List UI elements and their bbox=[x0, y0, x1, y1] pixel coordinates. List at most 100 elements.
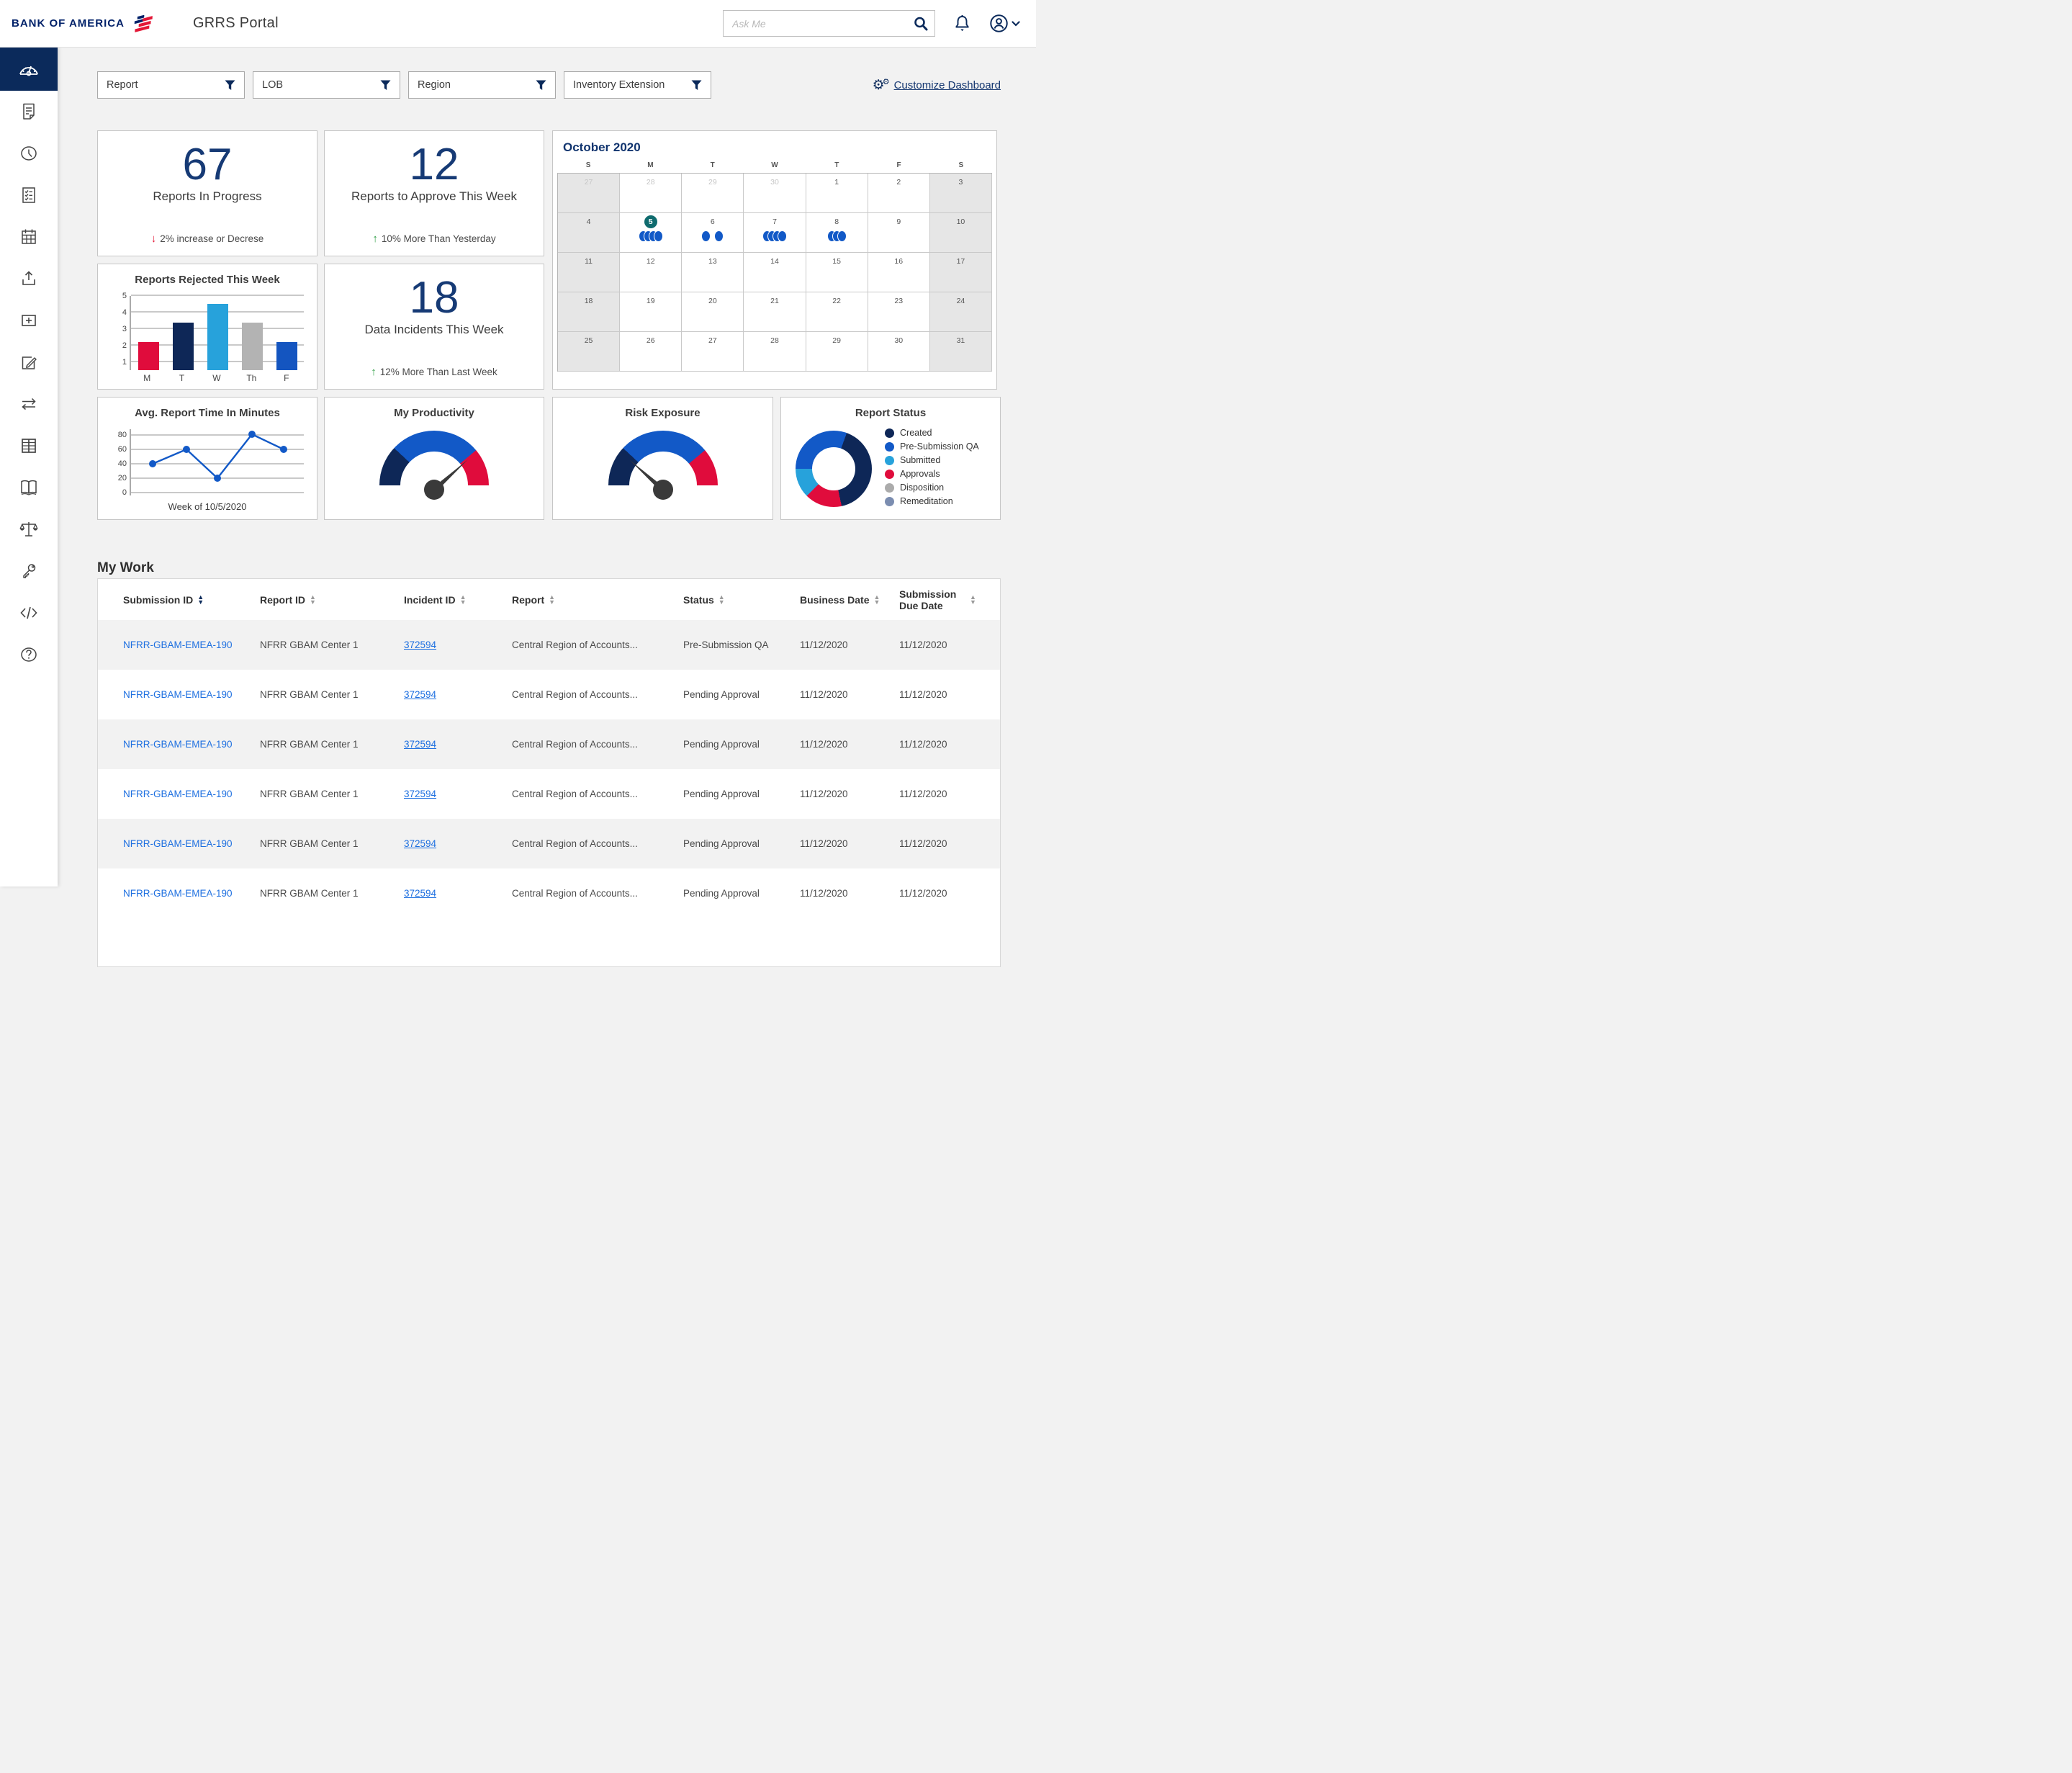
submission-id-link[interactable]: NFRR-GBAM-EMEA-190 bbox=[123, 689, 233, 700]
calendar-day-cell[interactable]: 31 bbox=[930, 332, 992, 372]
calendar-day-cell[interactable]: 4 bbox=[558, 213, 620, 253]
calendar-day-number: 8 bbox=[830, 215, 843, 228]
submission-id-link[interactable]: NFRR-GBAM-EMEA-190 bbox=[123, 838, 233, 849]
column-label: Submission ID bbox=[123, 594, 193, 606]
calendar-day-number: 21 bbox=[768, 295, 781, 308]
sidebar-item-edit[interactable] bbox=[0, 341, 58, 383]
sort-arrows-icon[interactable]: ▲▼ bbox=[310, 595, 316, 604]
filter-inventory-extension[interactable]: Inventory Extension bbox=[564, 71, 711, 99]
open-book-icon bbox=[19, 478, 39, 497]
sidebar-item-create-new[interactable] bbox=[0, 300, 58, 341]
calendar-day-cell[interactable]: 28 bbox=[744, 332, 806, 372]
calendar-day-cell[interactable]: 8 bbox=[806, 213, 868, 253]
customize-dashboard-button[interactable]: ⚙⚙ Customize Dashboard bbox=[873, 78, 1001, 92]
calendar-day-cell[interactable]: 5 bbox=[620, 213, 682, 253]
calendar-day-cell[interactable]: 14 bbox=[744, 253, 806, 292]
calendar-day-cell[interactable]: 27 bbox=[558, 174, 620, 213]
calendar-day-cell[interactable]: 24 bbox=[930, 292, 992, 332]
calendar-day-number: 12 bbox=[644, 255, 657, 268]
calendar-day-cell[interactable]: 21 bbox=[744, 292, 806, 332]
table-row: NFRR-GBAM-EMEA-190NFRR GBAM Center 13725… bbox=[98, 719, 1000, 769]
sidebar-item-transfer[interactable] bbox=[0, 383, 58, 425]
calendar-day-cell[interactable]: 17 bbox=[930, 253, 992, 292]
column-header-status[interactable]: Status▲▼ bbox=[683, 594, 800, 606]
calendar-day-cell[interactable]: 19 bbox=[620, 292, 682, 332]
column-header-submission-id[interactable]: Submission ID ▲▼ bbox=[123, 594, 260, 606]
calendar-day-cell[interactable]: 11 bbox=[558, 253, 620, 292]
calendar-day-number: 15 bbox=[830, 255, 843, 268]
cell: Central Region of Accounts... bbox=[512, 888, 683, 899]
cell: 372594 bbox=[404, 838, 512, 849]
search-icon[interactable] bbox=[913, 16, 929, 32]
calendar-day-cell[interactable]: 26 bbox=[620, 332, 682, 372]
cell: 372594 bbox=[404, 888, 512, 899]
legend-item: Remeditation bbox=[885, 496, 979, 506]
sort-arrows-icon[interactable]: ▲▼ bbox=[460, 595, 467, 604]
sort-arrows-icon[interactable]: ▲▼ bbox=[970, 595, 976, 604]
calendar-day-cell[interactable]: 29 bbox=[806, 332, 868, 372]
sidebar-item-dashboard[interactable] bbox=[0, 48, 58, 91]
calendar-day-cell[interactable]: 10 bbox=[930, 213, 992, 253]
sort-arrows-icon[interactable]: ▲▼ bbox=[197, 595, 204, 604]
incident-id-link[interactable]: 372594 bbox=[404, 838, 436, 849]
submission-id-link[interactable]: NFRR-GBAM-EMEA-190 bbox=[123, 639, 233, 650]
filter-lob[interactable]: LOB bbox=[253, 71, 400, 99]
sidebar-item-help[interactable] bbox=[0, 634, 58, 675]
sidebar-item-upload[interactable] bbox=[0, 258, 58, 300]
sort-arrows-icon[interactable]: ▲▼ bbox=[719, 595, 725, 604]
incident-id-link[interactable]: 372594 bbox=[404, 639, 436, 650]
column-header-report[interactable]: Report▲▼ bbox=[512, 594, 683, 606]
calendar-day-cell[interactable]: 16 bbox=[868, 253, 930, 292]
sidebar-item-history[interactable] bbox=[0, 133, 58, 174]
calendar-day-cell[interactable]: 18 bbox=[558, 292, 620, 332]
customize-dashboard-link[interactable]: Customize Dashboard bbox=[894, 79, 1001, 91]
calendar-day-cell[interactable]: 12 bbox=[620, 253, 682, 292]
column-header-submission-due-date[interactable]: Submission Due Date▲▼ bbox=[899, 588, 1001, 611]
calendar-day-cell[interactable]: 9 bbox=[868, 213, 930, 253]
calendar-day-cell[interactable]: 13 bbox=[682, 253, 744, 292]
incident-id-link[interactable]: 372594 bbox=[404, 689, 436, 700]
calendar-day-number: 3 bbox=[954, 176, 967, 189]
filter-region[interactable]: Region bbox=[408, 71, 556, 99]
calendar-day-cell[interactable]: 20 bbox=[682, 292, 744, 332]
notifications-bell-icon[interactable] bbox=[954, 14, 970, 32]
calendar-day-cell[interactable]: 28 bbox=[620, 174, 682, 213]
incident-id-link[interactable]: 372594 bbox=[404, 739, 436, 750]
calendar-day-cell[interactable]: 30 bbox=[868, 332, 930, 372]
search-input[interactable] bbox=[732, 18, 913, 30]
submission-id-link[interactable]: NFRR-GBAM-EMEA-190 bbox=[123, 739, 233, 750]
filter-report[interactable]: Report bbox=[97, 71, 245, 99]
sidebar-item-reports[interactable] bbox=[0, 91, 58, 133]
user-account-menu[interactable] bbox=[989, 14, 1020, 33]
cell: 11/12/2020 bbox=[800, 689, 899, 700]
calendar-day-cell[interactable]: 1 bbox=[806, 174, 868, 213]
calendar-day-cell[interactable]: 25 bbox=[558, 332, 620, 372]
calendar-day-cell[interactable]: 7 bbox=[744, 213, 806, 253]
calendar-day-cell[interactable]: 2 bbox=[868, 174, 930, 213]
column-header-report-id[interactable]: Report ID▲▼ bbox=[260, 594, 404, 606]
calendar-day-cell[interactable]: 15 bbox=[806, 253, 868, 292]
sidebar-item-calendar[interactable] bbox=[0, 216, 58, 258]
column-header-business-date[interactable]: Business Date▲▼ bbox=[800, 594, 899, 606]
calendar-day-cell[interactable]: 3 bbox=[930, 174, 992, 213]
calendar-day-cell[interactable]: 22 bbox=[806, 292, 868, 332]
sort-arrows-icon[interactable]: ▲▼ bbox=[549, 595, 555, 604]
submission-id-link[interactable]: NFRR-GBAM-EMEA-190 bbox=[123, 789, 233, 799]
cell: 11/12/2020 bbox=[899, 888, 1001, 899]
submission-id-link[interactable]: NFRR-GBAM-EMEA-190 bbox=[123, 888, 233, 899]
sidebar-item-library[interactable] bbox=[0, 467, 58, 508]
calendar-day-cell[interactable]: 30 bbox=[744, 174, 806, 213]
calendar-day-cell[interactable]: 27 bbox=[682, 332, 744, 372]
sidebar-item-compliance[interactable] bbox=[0, 508, 58, 550]
calendar-day-cell[interactable]: 29 bbox=[682, 174, 744, 213]
calendar-day-cell[interactable]: 6 bbox=[682, 213, 744, 253]
sidebar-item-access-key[interactable] bbox=[0, 550, 58, 592]
calendar-day-cell[interactable]: 23 bbox=[868, 292, 930, 332]
incident-id-link[interactable]: 372594 bbox=[404, 789, 436, 799]
incident-id-link[interactable]: 372594 bbox=[404, 888, 436, 899]
sidebar-item-code[interactable] bbox=[0, 592, 58, 634]
sidebar-item-checklist[interactable] bbox=[0, 174, 58, 216]
sidebar-item-data-table[interactable] bbox=[0, 425, 58, 467]
column-header-incident-id[interactable]: Incident ID▲▼ bbox=[404, 594, 512, 606]
sort-arrows-icon[interactable]: ▲▼ bbox=[873, 595, 880, 604]
